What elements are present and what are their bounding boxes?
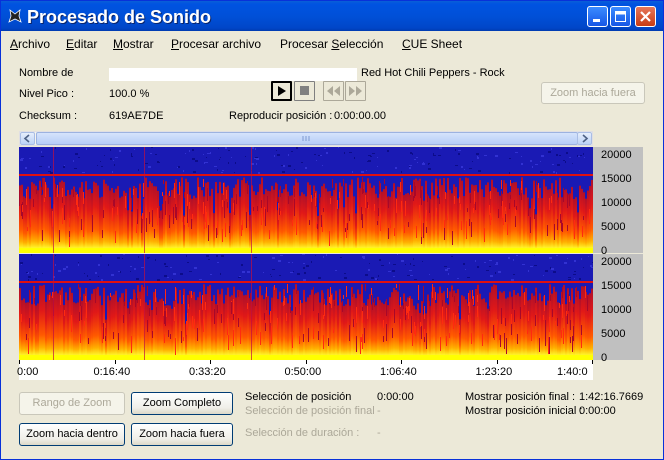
frequency-tick-label: 0 xyxy=(601,352,608,364)
frequency-tick-label: 5000 xyxy=(601,328,626,340)
name-label: Nombre de xyxy=(19,67,74,79)
frequency-tick-label: 10000 xyxy=(601,304,632,316)
grip-icon xyxy=(302,136,310,141)
frequency-tick-label: 15000 xyxy=(601,173,632,185)
display-final-value: 1:42:16.7669 xyxy=(579,391,644,403)
menu-bar: Archivo Editar Mostrar Procesar archivo … xyxy=(1,31,663,53)
rewind-icon xyxy=(327,86,340,96)
menu-mostrar[interactable]: Mostrar xyxy=(113,37,154,51)
stop-button[interactable] xyxy=(294,81,315,101)
display-initial-label: Mostrar posición inicial : xyxy=(465,405,583,417)
zoom-out-button[interactable]: Zoom hacia fuera xyxy=(131,423,233,446)
selection-end-label: Selección de posición final xyxy=(245,405,375,417)
time-tick xyxy=(19,360,20,364)
close-button[interactable] xyxy=(635,6,656,27)
time-tick-label: 0:50:00 xyxy=(284,366,322,378)
play-icon xyxy=(278,86,286,96)
zoom-in-button[interactable]: Zoom hacia dentro xyxy=(19,423,125,446)
scroll-right-button[interactable] xyxy=(577,132,592,145)
time-tick xyxy=(114,360,116,364)
frequency-tick-label: 20000 xyxy=(601,149,632,161)
time-tick-label: 1:06:40 xyxy=(380,366,417,378)
frequency-axis-top: 20000 15000 10000 5000 0 xyxy=(593,147,643,257)
horizontal-scrollbar[interactable] xyxy=(19,131,593,146)
display-initial-value: 0:00:00 xyxy=(579,405,616,417)
selection-position-value: 0:00:00 xyxy=(377,391,414,403)
chevron-right-icon xyxy=(582,134,589,143)
spectrogram-channel-bottom[interactable] xyxy=(19,254,593,360)
frequency-tick-label: 5000 xyxy=(601,221,626,233)
name-value: Red Hot Chili Peppers - Rock xyxy=(361,67,505,79)
rewind-button[interactable] xyxy=(323,81,344,101)
time-tick-label: 0:16:40 xyxy=(93,366,131,378)
time-tick xyxy=(401,360,402,364)
maximize-icon xyxy=(615,11,626,22)
zoom-full-button[interactable]: Zoom Completo xyxy=(131,392,233,415)
play-button[interactable] xyxy=(271,81,292,101)
app-icon xyxy=(8,9,22,23)
redacted-filename xyxy=(109,68,357,81)
time-tick-label: 1:23:20 xyxy=(475,366,513,378)
time-tick xyxy=(305,360,307,364)
play-position-value: 0:00:00.00 xyxy=(334,110,386,122)
time-tick xyxy=(210,360,211,364)
time-tick xyxy=(496,360,498,364)
time-tick-label: 0:33:20 xyxy=(189,366,226,378)
frequency-axis-bottom: 20000 15000 10000 5000 0 xyxy=(593,254,643,364)
zoom-out-top-button[interactable]: Zoom hacia fuera xyxy=(541,82,645,104)
fast-forward-button[interactable] xyxy=(345,81,366,101)
checksum-value: 619AE7DE xyxy=(109,110,164,122)
display-final-label: Mostrar posición final : xyxy=(465,391,576,403)
selection-duration-value: - xyxy=(377,427,381,439)
fast-forward-icon xyxy=(349,86,362,96)
time-axis: 0:00 0:16:40 0:33:20 0:50:00 1:06:40 1:23:20 1… xyxy=(17,360,593,380)
frequency-tick-label: 15000 xyxy=(601,280,632,292)
chevron-left-icon xyxy=(23,134,30,143)
checksum-label: Checksum : xyxy=(19,110,78,122)
minimize-button[interactable] xyxy=(587,6,608,27)
time-tick xyxy=(592,360,593,364)
time-tick-label: 0:00 xyxy=(17,366,39,378)
app-window: Procesado de Sonido Archivo Editar Mostr… xyxy=(0,0,664,460)
spectrogram-channel-top[interactable] xyxy=(19,147,593,253)
menu-archivo[interactable]: Archivo xyxy=(10,37,50,51)
scroll-left-button[interactable] xyxy=(20,132,35,145)
play-position-label: Reproducir posición : xyxy=(229,110,333,122)
minimize-icon xyxy=(593,19,600,22)
menu-procesar-seleccion[interactable]: Procesar Selección xyxy=(280,37,383,51)
menu-editar[interactable]: Editar xyxy=(66,37,97,51)
selection-duration-label: Selección de duración : xyxy=(245,427,360,439)
window-title: Procesado de Sonido xyxy=(27,7,212,27)
frequency-tick-label: 20000 xyxy=(601,256,632,268)
scroll-thumb[interactable] xyxy=(36,132,578,145)
menu-procesar-archivo[interactable]: Procesar archivo xyxy=(171,37,261,51)
selection-end-value: - xyxy=(377,405,381,417)
frequency-tick-label: 10000 xyxy=(601,197,632,209)
close-icon xyxy=(640,11,651,22)
peak-value: 100.0 % xyxy=(109,88,150,100)
zoom-range-button[interactable]: Rango de Zoom xyxy=(19,392,125,415)
time-tick-label: 1:40:0 xyxy=(557,366,588,378)
stop-icon xyxy=(300,86,309,95)
title-bar[interactable]: Procesado de Sonido xyxy=(1,1,663,31)
peak-label: Nivel Pico : xyxy=(19,88,75,100)
selection-position-label: Selección de posición xyxy=(245,391,352,403)
menu-cue-sheet[interactable]: CUE Sheet xyxy=(402,37,462,51)
maximize-button[interactable] xyxy=(610,6,631,27)
